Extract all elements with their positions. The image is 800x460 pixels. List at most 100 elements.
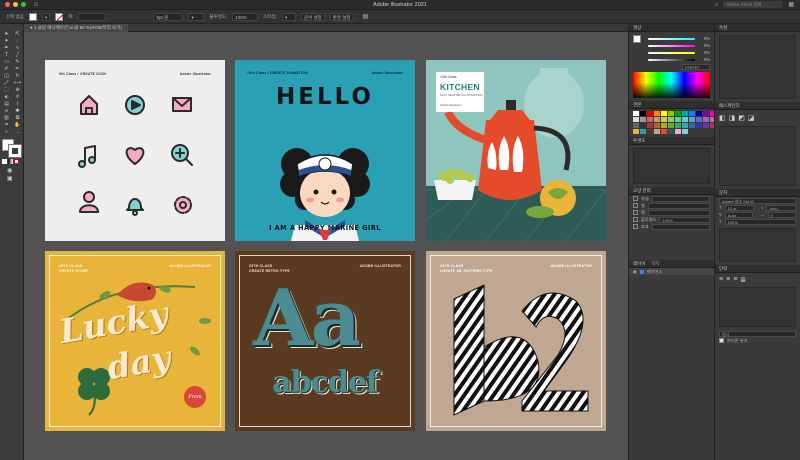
artboard-retro-type[interactable]: 23TH CLASS CREATE RETRO TYPE ADOBE ILLUS… bbox=[235, 251, 415, 431]
type-tool-icon[interactable]: T bbox=[2, 51, 11, 58]
zoom-tool-icon[interactable]: ⌕ bbox=[2, 128, 11, 135]
line-tool-icon[interactable]: ╱ bbox=[13, 51, 22, 58]
gradient-tool-icon[interactable]: ▤ bbox=[2, 100, 11, 107]
eyedropper-tool-icon[interactable]: ⌇ bbox=[13, 100, 22, 107]
exclude-icon[interactable]: ◪ bbox=[748, 114, 755, 122]
appearance-row-effects[interactable]: 효과 bbox=[629, 223, 714, 230]
minus-front-icon[interactable]: ◨ bbox=[729, 114, 736, 122]
align-center-icon[interactable]: ≡ bbox=[726, 276, 730, 284]
more-tools-icon[interactable]: … bbox=[13, 128, 22, 135]
direct-selection-tool-icon[interactable]: ⇱ bbox=[13, 30, 22, 37]
screen-mode-icon[interactable]: ▣ bbox=[7, 175, 23, 182]
curvature-tool-icon[interactable]: ∿ bbox=[13, 44, 22, 51]
color-mode-button[interactable] bbox=[2, 159, 7, 164]
canvas[interactable]: 9th Class / CREATE ICON Adobe Illustrato… bbox=[24, 32, 628, 460]
hand-tool-icon[interactable]: ✋ bbox=[13, 121, 22, 128]
fill-dropdown[interactable]: ▾ bbox=[41, 12, 51, 21]
yellow-slider[interactable] bbox=[648, 51, 695, 54]
scale-tool-icon[interactable]: ⤢ bbox=[2, 79, 11, 86]
paragraph-panel-header[interactable]: 단락 bbox=[715, 265, 800, 273]
stroke-swatch[interactable] bbox=[55, 12, 64, 21]
transparency-panel-header[interactable]: 투명도 bbox=[629, 137, 714, 145]
artboard-lucky-day[interactable]: 19TH CLASS CREATE STAMP ADOBE ILLUSTRATO… bbox=[45, 251, 225, 431]
color-spectrum[interactable] bbox=[633, 72, 710, 98]
symbol-sprayer-tool-icon[interactable]: ✱ bbox=[13, 107, 22, 114]
intersect-icon[interactable]: ◩ bbox=[738, 114, 745, 122]
gradient-mode-button[interactable] bbox=[8, 159, 13, 164]
free-transform-tool-icon[interactable]: ⬚ bbox=[2, 86, 11, 93]
hyphenate-checkbox[interactable] bbox=[719, 338, 724, 343]
shape-builder-tool-icon[interactable]: ⊕ bbox=[13, 86, 22, 93]
hex-field[interactable]: FFFFFF bbox=[682, 63, 710, 70]
stroke-profile-dropdown[interactable]: 5pt 원 bbox=[153, 12, 184, 21]
artboard-pattern-type[interactable]: 24TH CLASS CREATE 3D, PATTERN TYPE ADOBE… bbox=[426, 251, 606, 431]
arrange-icon[interactable]: ▤ bbox=[363, 13, 369, 20]
appearance-panel-header[interactable]: 모양 관리 bbox=[629, 187, 714, 195]
artboard-hello[interactable]: 10th Class / CREATE ANIMATION Adobe Illu… bbox=[235, 60, 415, 241]
artboards-tab[interactable]: 대지 bbox=[651, 260, 659, 267]
appearance-row-stroke[interactable]: 획 bbox=[629, 209, 714, 216]
unite-icon[interactable]: ◧ bbox=[719, 114, 726, 122]
magenta-slider[interactable] bbox=[648, 44, 695, 47]
document-setup-button[interactable]: 문서 설정 bbox=[300, 12, 325, 21]
document-tab[interactable]: ● 1 클립 애니메이션.ai @ 50 %(RGB/미리 보기) bbox=[24, 24, 128, 32]
cyan-value[interactable]: 0% bbox=[704, 35, 710, 42]
magic-wand-tool-icon[interactable]: ✦ bbox=[2, 37, 11, 44]
column-graph-tool-icon[interactable]: ▥ bbox=[2, 114, 11, 121]
appearance-row-attributes[interactable]: 속성 bbox=[629, 195, 714, 202]
align-right-icon[interactable]: ≡ bbox=[733, 276, 737, 284]
layer-row[interactable]: ◉ 레이어 1 bbox=[629, 268, 714, 275]
style-dropdown[interactable]: ▾ bbox=[281, 12, 296, 21]
eye-icon[interactable]: ◉ bbox=[633, 268, 637, 275]
black-slider[interactable] bbox=[648, 58, 695, 61]
font-size-field[interactable]: 12 pt bbox=[724, 204, 755, 211]
stroke-color-box[interactable] bbox=[8, 144, 22, 158]
appearance-row-fill[interactable]: 칠 bbox=[629, 202, 714, 209]
justify-icon[interactable]: ≣ bbox=[740, 276, 746, 284]
leading-field[interactable]: Auto bbox=[766, 204, 796, 211]
fill-stroke-widget[interactable] bbox=[2, 139, 22, 158]
yellow-value[interactable]: 0% bbox=[704, 49, 710, 56]
perspective-tool-icon[interactable]: ⬖ bbox=[2, 93, 11, 100]
width-tool-icon[interactable]: ⟷ bbox=[13, 79, 22, 86]
black-value[interactable]: 0% bbox=[704, 56, 710, 63]
pen-tool-icon[interactable]: ✒ bbox=[2, 44, 11, 51]
artboard-tool-icon[interactable]: ⧉ bbox=[13, 114, 22, 121]
paintbrush-tool-icon[interactable]: ✎ bbox=[13, 58, 22, 65]
font-family-field[interactable]: Adobe 명조 Std M bbox=[719, 197, 796, 204]
paragraph-option-field[interactable]: 명사 bbox=[719, 330, 796, 337]
rotate-tool-icon[interactable]: ↻ bbox=[13, 72, 22, 79]
preferences-button[interactable]: 환경 설정 bbox=[329, 12, 354, 21]
cyan-slider[interactable] bbox=[648, 37, 695, 40]
none-mode-button[interactable] bbox=[14, 159, 19, 164]
brush-dropdown[interactable]: ▾ bbox=[188, 12, 205, 21]
swatch-grid[interactable] bbox=[633, 111, 716, 134]
color-fill-swatch[interactable] bbox=[633, 35, 641, 43]
appearance-row-opacity[interactable]: 불투명도 100% bbox=[629, 216, 714, 223]
kerning-field[interactable]: Auto bbox=[724, 211, 754, 218]
layers-tab[interactable]: 레이어 bbox=[633, 260, 645, 267]
pathfinder-panel-header[interactable]: 패스파인더 bbox=[715, 102, 800, 110]
hyphenate-row[interactable]: 하이픈 넣기 bbox=[715, 337, 800, 344]
selection-tool-icon[interactable]: ➤ bbox=[2, 30, 11, 37]
opacity-field[interactable]: 100% bbox=[232, 12, 259, 21]
eraser-tool-icon[interactable]: ◫ bbox=[2, 72, 11, 79]
horizontal-scale-field[interactable]: 100% bbox=[724, 218, 796, 225]
shaper-tool-icon[interactable]: ✐ bbox=[2, 65, 11, 72]
align-left-icon[interactable]: ≡ bbox=[719, 276, 723, 284]
character-panel-header[interactable]: 문자 bbox=[715, 189, 800, 197]
magenta-value[interactable]: 0% bbox=[704, 42, 710, 49]
rectangle-tool-icon[interactable]: ▭ bbox=[2, 58, 11, 65]
stock-search-input[interactable]: Adobe Stock 검색 bbox=[723, 1, 784, 8]
blend-tool-icon[interactable]: ∞ bbox=[2, 107, 11, 114]
stroke-weight-field[interactable] bbox=[78, 12, 107, 21]
slice-tool-icon[interactable]: ⌗ bbox=[2, 121, 11, 128]
artboard-icons[interactable]: 9th Class / CREATE ICON Adobe Illustrato… bbox=[45, 60, 225, 241]
properties-panel-header[interactable]: 속성 bbox=[715, 24, 800, 32]
workspace-icon[interactable]: ▦ bbox=[788, 1, 794, 8]
artboard-kitchen[interactable]: 10th Class KITCHEN FLAT VECTOR ILLUSTRAT… bbox=[426, 60, 606, 241]
draw-mode-icon[interactable]: ◉ bbox=[7, 167, 23, 174]
learn-icon[interactable]: ⌂ bbox=[715, 2, 719, 8]
pencil-tool-icon[interactable]: ✏ bbox=[13, 65, 22, 72]
mesh-tool-icon[interactable]: # bbox=[13, 93, 22, 100]
